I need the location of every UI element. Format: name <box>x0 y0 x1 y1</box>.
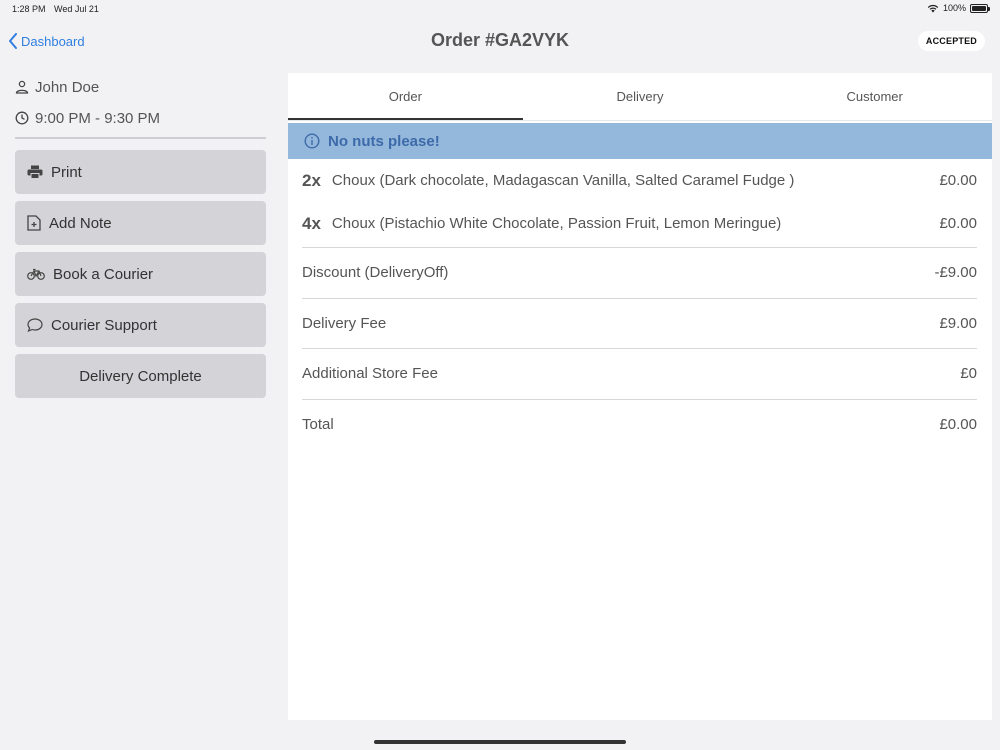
store-fee-row: Additional Store Fee £0 <box>302 348 977 399</box>
status-date: Wed Jul 21 <box>54 4 99 14</box>
book-courier-label: Book a Courier <box>53 265 154 283</box>
discount-value: -£9.00 <box>934 264 977 282</box>
print-button[interactable]: Print <box>15 150 266 194</box>
tab-bar: Order Delivery Customer <box>288 73 992 121</box>
book-courier-button[interactable]: Book a Courier <box>15 252 266 296</box>
store-fee-label: Additional Store Fee <box>302 365 438 383</box>
status-indicators: 100% <box>927 3 990 13</box>
tab-order[interactable]: Order <box>288 73 523 120</box>
total-value: £0.00 <box>939 415 977 433</box>
status-badge: ACCEPTED <box>917 31 985 51</box>
tab-customer[interactable]: Customer <box>757 73 992 120</box>
status-time: 1:28 PM <box>12 4 46 14</box>
item-name: Choux (Dark chocolate, Madagascan Vanill… <box>331 172 795 189</box>
delivery-complete-button[interactable]: Delivery Complete <box>15 354 266 398</box>
item-price: £0.00 <box>939 215 977 232</box>
courier-support-label: Courier Support <box>51 316 157 334</box>
list-item: 4x Choux (Pistachio White Chocolate, Pas… <box>302 202 977 245</box>
delivery-fee-label: Delivery Fee <box>302 314 387 332</box>
delivery-fee-row: Delivery Fee £9.00 <box>302 297 977 349</box>
person-icon <box>15 80 29 94</box>
sidebar-divider <box>15 137 266 139</box>
add-note-icon <box>27 215 41 231</box>
print-label: Print <box>51 163 82 181</box>
tab-delivery[interactable]: Delivery <box>523 73 758 120</box>
battery-percent: 100% <box>942 3 966 13</box>
discount-row: Discount (DeliveryOff) -£9.00 <box>302 247 977 298</box>
item-quantity: 2x <box>302 170 321 190</box>
discount-label: Discount (DeliveryOff) <box>302 264 449 282</box>
item-quantity: 4x <box>302 213 321 233</box>
list-item: 2x Choux (Dark chocolate, Madagascan Van… <box>302 159 977 202</box>
clock-icon <box>15 111 29 125</box>
delivery-complete-label: Delivery Complete <box>79 367 202 385</box>
page-title: Order #GA2VYK <box>430 30 570 50</box>
store-fee-value: £0 <box>960 365 977 383</box>
total-label: Total <box>302 415 334 433</box>
printer-icon <box>27 165 43 179</box>
customer-name: John Doe <box>35 78 100 96</box>
order-panel: Order Delivery Customer No nuts please! … <box>288 73 992 720</box>
delivery-fee-value: £9.00 <box>939 314 977 332</box>
time-slot-info: 9:00 PM - 9:30 PM <box>15 107 266 129</box>
customer-info: John Doe <box>15 76 266 98</box>
courier-support-button[interactable]: Courier Support <box>15 303 266 347</box>
item-price: £0.00 <box>939 172 977 189</box>
item-name: Choux (Pistachio White Chocolate, Passio… <box>331 215 782 232</box>
bicycle-icon <box>27 268 45 280</box>
order-note-banner: No nuts please! <box>288 123 992 159</box>
order-items: 2x Choux (Dark chocolate, Madagascan Van… <box>288 159 992 449</box>
sidebar: John Doe 9:00 PM - 9:30 PM Print Add Not… <box>15 76 266 405</box>
info-icon <box>304 133 320 149</box>
total-row: Total £0.00 <box>302 398 977 450</box>
order-note-text: No nuts please! <box>328 132 440 150</box>
battery-icon <box>970 3 990 13</box>
add-note-button[interactable]: Add Note <box>15 201 266 245</box>
chat-bubble-icon <box>27 318 43 332</box>
home-indicator[interactable] <box>374 740 626 744</box>
wifi-icon <box>927 4 939 12</box>
time-slot: 9:00 PM - 9:30 PM <box>35 109 161 127</box>
status-bar: 1:28 PM Wed Jul 21 100% <box>0 0 1000 18</box>
add-note-label: Add Note <box>49 214 112 232</box>
